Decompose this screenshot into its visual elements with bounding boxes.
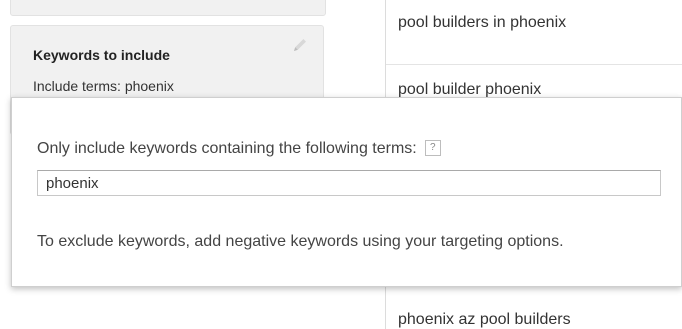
- card-title: Keywords to include: [33, 47, 170, 63]
- instruction-text: Only include keywords containing the fol…: [37, 140, 417, 157]
- include-keywords-dialog: Only include keywords containing the fol…: [11, 97, 682, 287]
- dialog-note: To exclude keywords, add negative keywor…: [37, 233, 564, 250]
- pencil-icon[interactable]: [291, 36, 309, 54]
- include-terms-input[interactable]: [37, 170, 661, 196]
- dialog-instruction: Only include keywords containing the fol…: [37, 139, 441, 158]
- suggestion-text: phoenix az pool builders: [398, 311, 571, 328]
- suggestion-text: pool builders in phoenix: [398, 14, 567, 31]
- previous-setting-card: [10, 0, 326, 16]
- card-subtitle: Include terms: phoenix: [33, 78, 174, 94]
- help-icon[interactable]: ?: [424, 139, 441, 156]
- list-item[interactable]: pool builders in phoenix: [386, 0, 682, 65]
